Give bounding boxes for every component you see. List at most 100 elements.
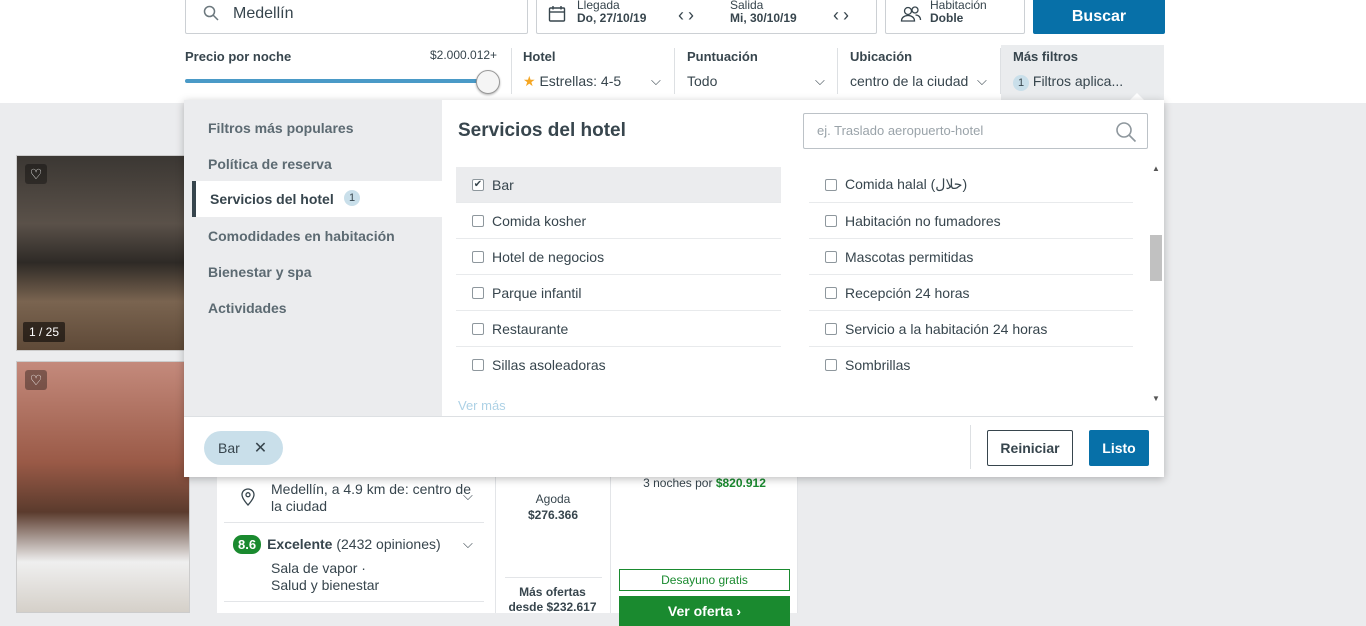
divider: [610, 477, 611, 613]
chevron-right-icon[interactable]: ›: [688, 5, 698, 25]
amenities: Sala de vapor · Salud y bienestar: [271, 560, 379, 594]
chevron-down-icon[interactable]: ⌵: [463, 536, 473, 552]
close-icon[interactable]: ✕: [254, 438, 267, 458]
option-kosher[interactable]: Comida kosher: [456, 203, 781, 239]
services-search[interactable]: [803, 113, 1148, 149]
option-label: Hotel de negocios: [492, 248, 605, 265]
chevron-left-icon[interactable]: ‹: [678, 5, 688, 25]
chevron-left-icon[interactable]: ‹: [833, 5, 843, 25]
rating-value: Todo: [687, 73, 718, 89]
scroll-down-icon[interactable]: ▼: [1152, 394, 1160, 403]
chevron-down-icon: ⌵: [815, 73, 825, 88]
more-filters-title: Más filtros: [1013, 49, 1079, 64]
option-playground[interactable]: Parque infantil: [456, 275, 781, 311]
provider-offer[interactable]: Agoda $276.366: [508, 491, 598, 523]
scroll-up-icon[interactable]: ▲: [1152, 164, 1160, 173]
category-wellness[interactable]: Bienestar y spa: [208, 264, 312, 280]
services-search-input[interactable]: [817, 123, 1107, 138]
filter-categories: Filtros más populares Política de reserv…: [184, 100, 442, 416]
search-button[interactable]: Buscar: [1033, 0, 1165, 34]
location-title: Ubicación: [850, 49, 913, 64]
divider: [797, 477, 798, 613]
option-label: Restaurante: [492, 320, 569, 337]
option-label: Comida kosher: [492, 212, 587, 229]
price-value: $2.000.012+: [430, 48, 498, 62]
review-count: (2432 opiniones): [336, 536, 441, 552]
option-room-service[interactable]: Servicio a la habitación 24 horas: [809, 311, 1133, 347]
chevron-right-icon[interactable]: ›: [843, 5, 853, 25]
nights-price: $820.912: [715, 476, 766, 490]
rating-filter[interactable]: Puntuación Todo ⌵: [687, 46, 832, 96]
location-pin-icon: [241, 488, 255, 511]
checkout-arrows[interactable]: ‹›: [833, 5, 853, 26]
see-more-link[interactable]: Ver más: [458, 398, 506, 413]
checkbox[interactable]: [472, 250, 484, 263]
option-non-smoking[interactable]: Habitación no fumadores: [809, 203, 1133, 239]
score-label: Excelente: [267, 536, 333, 552]
option-label: Recepción 24 horas: [845, 284, 970, 301]
checkbox[interactable]: [825, 322, 837, 335]
category-booking-policy[interactable]: Política de reserva: [208, 156, 332, 172]
category-room-amenities[interactable]: Comodidades en habitación: [208, 228, 395, 244]
hotel-photo[interactable]: ♡ 1 / 25: [16, 155, 190, 351]
reset-button[interactable]: Reiniciar: [987, 430, 1073, 466]
category-label: Servicios del hotel: [210, 191, 334, 207]
location-filter[interactable]: Ubicación centro de la ciudad ⌵: [850, 46, 995, 96]
option-business-hotel[interactable]: Hotel de negocios: [456, 239, 781, 275]
search-icon[interactable]: [1115, 121, 1137, 148]
applied-count-badge: 1: [1013, 75, 1029, 91]
options-scrollbar[interactable]: ▲ ▼: [1148, 162, 1164, 408]
option-restaurant[interactable]: Restaurante: [456, 311, 781, 347]
room-selector[interactable]: Habitación Doble: [885, 0, 1025, 34]
checkin-date[interactable]: Llegada Do, 27/10/19: [577, 0, 646, 25]
provider-name: Agoda: [535, 492, 571, 506]
price-slider-handle[interactable]: [476, 70, 500, 94]
more-filters-panel: Filtros más populares Política de reserv…: [184, 100, 1164, 477]
more-filters[interactable]: Más filtros 1 Filtros aplica...: [1013, 46, 1153, 96]
chevron-down-icon[interactable]: ⌵: [463, 488, 473, 504]
checkbox[interactable]: [825, 214, 837, 227]
scrollbar-thumb[interactable]: [1150, 235, 1162, 281]
hotel-filter[interactable]: Hotel ★ Estrellas: 4-5 ⌵: [523, 46, 668, 96]
checkbox[interactable]: [825, 250, 837, 263]
hotel-rating: 8.6 Excelente (2432 opiniones): [233, 535, 441, 554]
hotel-photo[interactable]: ♡: [16, 361, 190, 613]
view-offer-label: Ver oferta: [667, 603, 733, 619]
photo-counter: 1 / 25: [23, 322, 66, 342]
checkout-date[interactable]: Salida Mi, 30/10/19: [730, 0, 797, 25]
applied-filter-chip[interactable]: Bar ✕: [204, 431, 284, 465]
amenity-item: Salud y bienestar: [271, 577, 380, 593]
heart-icon[interactable]: ♡: [25, 164, 47, 184]
date-picker[interactable]: Llegada Do, 27/10/19 ‹› Salida Mi, 30/10…: [536, 0, 877, 34]
done-button[interactable]: Listo: [1089, 430, 1149, 466]
checkin-arrows[interactable]: ‹›: [678, 5, 698, 26]
option-umbrellas[interactable]: Sombrillas: [809, 347, 1133, 383]
checkbox[interactable]: [472, 359, 484, 371]
search-icon: [203, 5, 219, 26]
more-offers-label: Más ofertas: [519, 585, 586, 599]
checkbox[interactable]: [472, 286, 484, 299]
option-halal[interactable]: Comida halal (حلال): [809, 167, 1133, 203]
star-icon: ★: [523, 73, 536, 89]
destination-field[interactable]: Medellín: [185, 0, 528, 34]
option-pets-allowed[interactable]: Mascotas permitidas: [809, 239, 1133, 275]
checkbox[interactable]: [472, 322, 484, 335]
category-hotel-services[interactable]: Servicios del hotel 1: [192, 181, 442, 217]
checkbox-checked[interactable]: ✔: [472, 178, 484, 191]
option-label: Sombrillas: [845, 357, 911, 373]
category-popular[interactable]: Filtros más populares: [208, 120, 353, 136]
category-activities[interactable]: Actividades: [208, 300, 287, 316]
checkbox[interactable]: [472, 214, 484, 227]
hotel-title: Hotel: [523, 49, 556, 64]
price-slider-track[interactable]: [185, 79, 487, 83]
option-24h-reception[interactable]: Recepción 24 horas: [809, 275, 1133, 311]
view-offer-button[interactable]: Ver oferta ›: [619, 596, 790, 626]
option-sun-loungers[interactable]: Sillas asoleadoras: [456, 347, 781, 383]
checkbox[interactable]: [825, 178, 837, 191]
option-bar[interactable]: ✔ Bar: [456, 167, 781, 203]
price-filter[interactable]: Precio por noche $2.000.012+: [185, 46, 500, 96]
more-offers[interactable]: Más ofertas desde $232.617: [495, 585, 610, 615]
checkbox[interactable]: [825, 286, 837, 299]
checkbox[interactable]: [825, 359, 837, 371]
heart-icon[interactable]: ♡: [25, 370, 47, 390]
